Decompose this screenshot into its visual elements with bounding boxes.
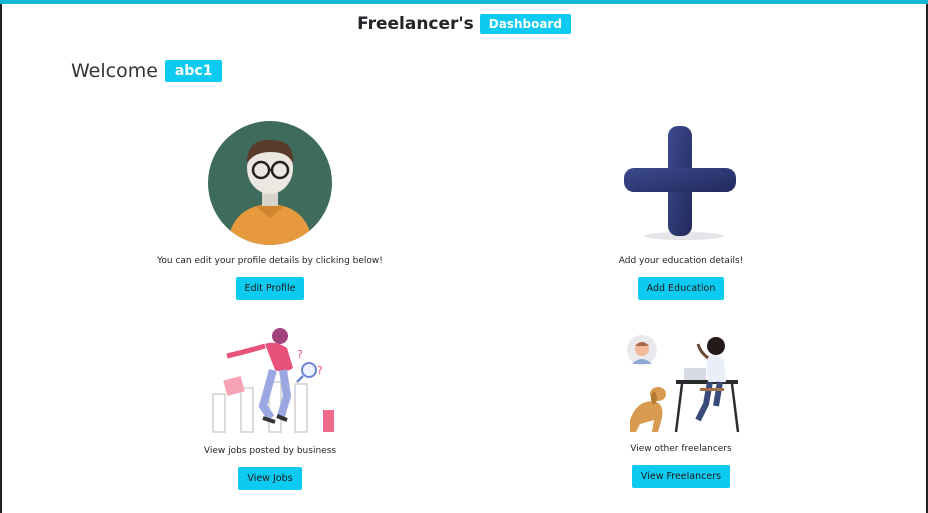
add-education-card: Add your education details! Add Educatio… xyxy=(531,118,831,300)
top-accent-bar xyxy=(0,0,928,4)
plus-illustration-icon xyxy=(624,126,736,240)
edit-profile-card: You can edit your profile details by cli… xyxy=(120,118,420,300)
view-freelancers-button[interactable]: View Freelancers xyxy=(631,465,731,488)
user-avatar-illustration-icon xyxy=(208,121,332,245)
dashboard-badge: Dashboard xyxy=(479,14,571,34)
add-education-button[interactable]: Add Education xyxy=(637,277,725,300)
page-header: Freelancer's Dashboard xyxy=(0,14,928,34)
brand-title: Freelancer's xyxy=(357,14,474,34)
svg-text:?: ? xyxy=(297,348,303,361)
edit-profile-button[interactable]: Edit Profile xyxy=(235,277,305,300)
welcome-text: Welcome xyxy=(71,60,158,82)
add-education-caption: Add your education details! xyxy=(618,256,744,266)
view-freelancers-card: View other freelancers View Freelancers xyxy=(531,332,831,488)
job-search-illustration-icon: ? ? xyxy=(212,328,334,433)
username-badge: abc1 xyxy=(164,60,223,82)
edit-profile-caption: You can edit your profile details by cli… xyxy=(157,256,383,266)
view-jobs-button[interactable]: View Jobs xyxy=(238,467,302,490)
view-jobs-card: ? ? View jobs posted by business View Jo… xyxy=(120,326,420,490)
view-jobs-caption: View jobs posted by business xyxy=(203,446,337,456)
svg-text:?: ? xyxy=(317,364,323,377)
view-freelancers-caption: View other freelancers xyxy=(630,444,732,454)
welcome-heading: Welcome abc1 xyxy=(71,60,223,82)
freelancer-at-desk-illustration-icon xyxy=(627,335,740,433)
